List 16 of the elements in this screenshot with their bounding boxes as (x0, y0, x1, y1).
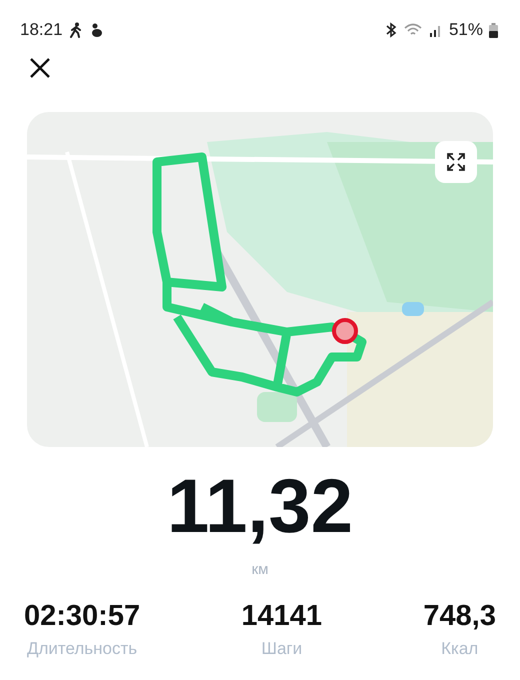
stat-value: 02:30:57 (24, 600, 140, 633)
fullscreen-button[interactable] (435, 141, 477, 183)
walking-person-icon (68, 22, 83, 38)
stat-value: 14141 (241, 600, 322, 633)
expand-icon (446, 152, 466, 172)
battery-percent: 51% (448, 20, 483, 40)
stat-label: Шаги (261, 639, 302, 659)
bluetooth-icon (384, 22, 397, 38)
stat-label: Длительность (26, 639, 138, 659)
distance-unit: км (252, 561, 268, 578)
distance-value: 11,32 (167, 465, 353, 549)
stat-value: 748,3 (423, 600, 496, 633)
stat-label: Ккал (441, 639, 478, 659)
battery-icon (489, 22, 498, 38)
close-icon (29, 57, 51, 79)
status-time: 18:21 (20, 20, 63, 40)
